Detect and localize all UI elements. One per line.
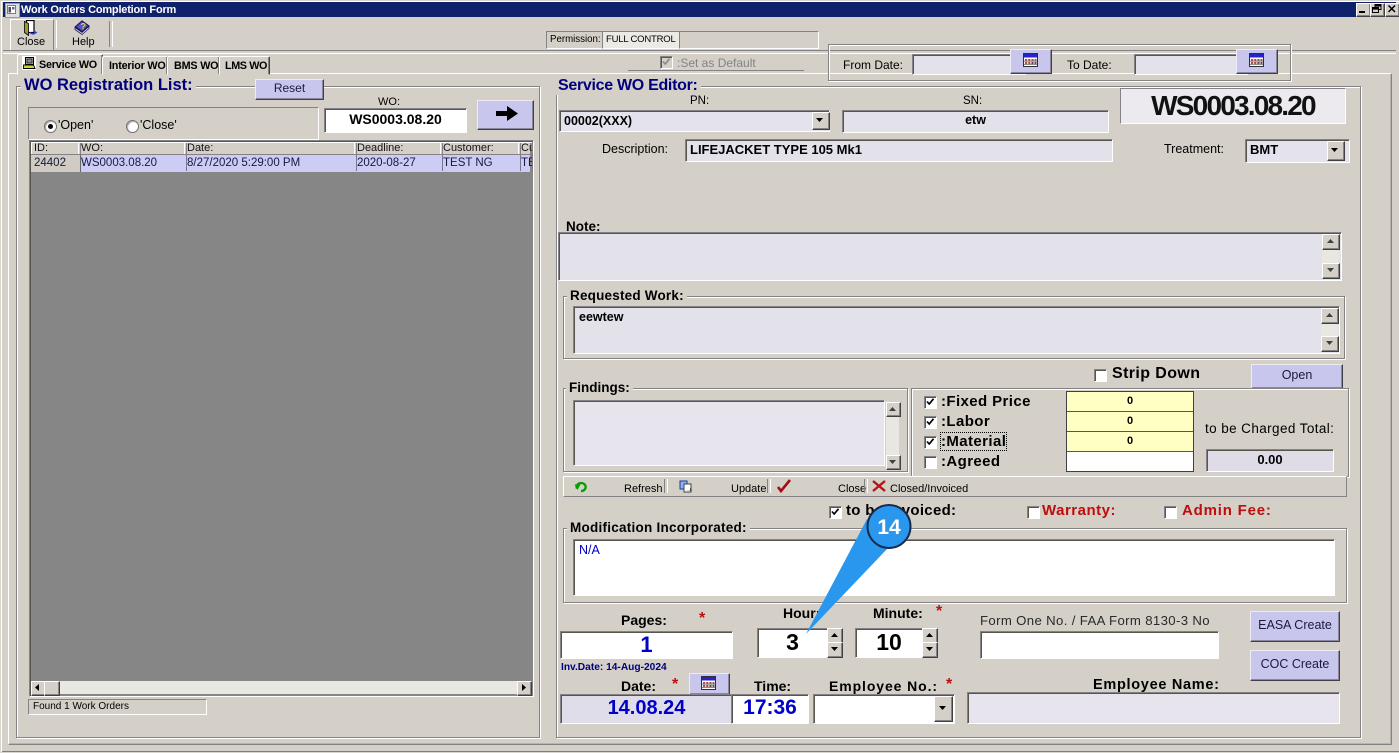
svg-text:?: ? [81,22,87,32]
svg-text:14: 14 [877,516,901,539]
